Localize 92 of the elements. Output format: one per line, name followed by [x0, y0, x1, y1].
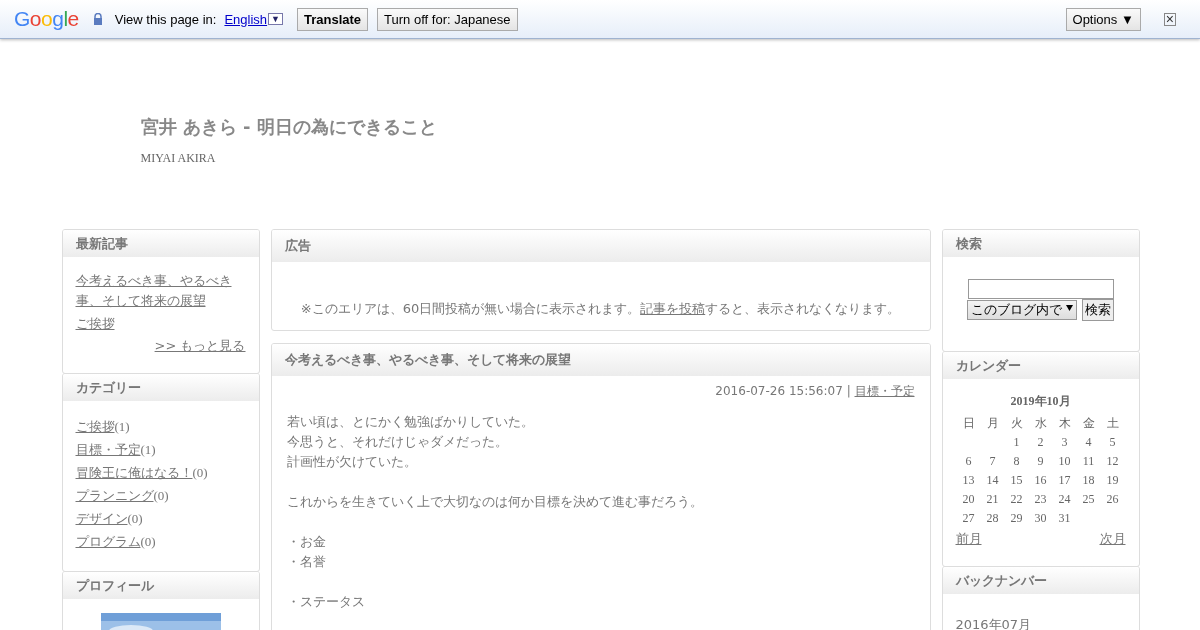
- options-button[interactable]: Options ▼: [1065, 7, 1141, 31]
- category-link[interactable]: 目標・予定: [854, 384, 915, 398]
- panel-title: バックナンバー: [942, 567, 1139, 594]
- post-article-link[interactable]: 記事を投稿: [640, 301, 706, 316]
- translate-button[interactable]: Translate: [297, 7, 369, 31]
- search-button[interactable]: 検索: [1081, 299, 1114, 321]
- post-count: (1): [140, 442, 156, 457]
- post-count: (1): [114, 419, 130, 434]
- calendar-day: 2: [1028, 433, 1053, 452]
- post-count: (0): [192, 465, 208, 480]
- article-text: ・名誉: [286, 553, 327, 571]
- article-text: ・ステータス: [286, 593, 366, 611]
- calendar-day: 24: [1052, 490, 1077, 509]
- calendar-day: 4: [1076, 433, 1101, 452]
- panel-title: カレンダー: [942, 352, 1139, 379]
- scope-dropdown[interactable]: このブログ内で: [967, 300, 1078, 320]
- calendar-day: 12: [1100, 452, 1125, 471]
- weekday-label: 木: [1057, 415, 1072, 432]
- calendar-day: 11: [1076, 452, 1101, 471]
- calendar-day: 7: [980, 452, 1005, 471]
- panel-title: 最新記事: [62, 230, 259, 257]
- category-link[interactable]: プランニング: [75, 488, 154, 503]
- calendar-day: 17: [1052, 471, 1077, 490]
- post-date: 2016-07-26 15:56:07: [715, 384, 843, 398]
- calendar-day: 5: [1100, 433, 1125, 452]
- ad-notice: ※このエリアは、60日間投稿が無い場合に表示されます。記事を投稿すると、表示されなくなります。: [299, 300, 902, 318]
- weekday-label: 金: [1081, 415, 1096, 432]
- previous-month-link[interactable]: 前月: [955, 530, 982, 548]
- calendar-month: 2019年10月: [1009, 393, 1072, 410]
- calendar-day: 19: [1100, 471, 1125, 490]
- blog-subtitle: MIYAI AKIRA: [140, 151, 217, 166]
- weekday-label: 火: [1009, 415, 1024, 432]
- calendar-day: 28: [980, 509, 1005, 528]
- calendar-day: 6: [956, 452, 981, 471]
- search-field[interactable]: [967, 279, 1114, 299]
- weekday-label: 月: [985, 415, 1000, 432]
- article-text: 若い頃は、とにかく勉強ばかりしていた。: [286, 413, 535, 431]
- close-button[interactable]: ×: [1163, 12, 1176, 26]
- category-link[interactable]: 目標・予定: [75, 442, 141, 457]
- article-text: 計画性が欠けていた。: [286, 453, 418, 471]
- calendar-day: 25: [1076, 490, 1101, 509]
- article-title[interactable]: 今考えるべき事、やるべき事、そして将来の展望: [271, 344, 930, 376]
- category-link[interactable]: 冒険王に俺はなる！: [75, 465, 193, 480]
- category-link[interactable]: ご挨拶: [75, 419, 115, 434]
- calendar-day: 27: [956, 509, 981, 528]
- dropdown-caret-icon[interactable]: ▼: [268, 13, 283, 25]
- more-link[interactable]: >> もっと見る: [154, 338, 246, 353]
- category-link[interactable]: プログラム: [75, 534, 141, 549]
- calendar-day: 22: [1004, 490, 1029, 509]
- post-count: (0): [153, 488, 169, 503]
- calendar-day: 26: [1100, 490, 1125, 509]
- lock-icon: [92, 13, 103, 25]
- panel-title: 検索: [942, 230, 1139, 257]
- article-text: ・お金: [286, 533, 327, 551]
- article-text: 今思うと、それだけじゃダメだった。: [286, 433, 509, 451]
- calendar-day: 31: [1052, 509, 1077, 528]
- calendar-day: 21: [980, 490, 1005, 509]
- post-count: (0): [127, 511, 143, 526]
- next-month-link[interactable]: 次月: [1099, 530, 1126, 548]
- calendar-day: 30: [1028, 509, 1053, 528]
- calendar-day: 18: [1076, 471, 1101, 490]
- blog-title[interactable]: 宮井 あきら - 明日の為にできること: [140, 115, 1140, 139]
- prompt-text: View this page in:: [114, 11, 217, 27]
- calendar-day: 1: [1004, 433, 1029, 452]
- weekday-label: 日: [961, 415, 976, 432]
- calendar-day: 8: [1004, 452, 1029, 471]
- calendar-day: 16: [1028, 471, 1053, 490]
- calendar-day: 23: [1028, 490, 1053, 509]
- dropdown-caret-icon: [1066, 305, 1074, 311]
- google-logo: Google: [14, 7, 79, 31]
- language-link[interactable]: English: [224, 11, 268, 27]
- archive-link[interactable]: 2016年07月: [955, 616, 1126, 630]
- meta-separator: |: [846, 384, 851, 398]
- recent-post-link[interactable]: 今考えるべき事、やるべき事、そして将来の展望: [75, 271, 246, 311]
- calendar-day: 3: [1052, 433, 1077, 452]
- panel-title: 広告: [271, 230, 930, 262]
- calendar-day: 15: [1004, 471, 1029, 490]
- turn-off-button[interactable]: Turn off for: Japanese: [377, 7, 518, 31]
- calendar-day: 9: [1028, 452, 1053, 471]
- category-link[interactable]: デザイン: [75, 511, 128, 526]
- calendar-day: 10: [1052, 452, 1077, 471]
- weekday-label: 土: [1105, 415, 1120, 432]
- calendar-day: 29: [1004, 509, 1029, 528]
- article-text: これからを生きていく上で大切なのは何か目標を決めて進む事だろう。: [286, 493, 704, 511]
- panel-title: カテゴリー: [62, 374, 259, 401]
- recent-post-link[interactable]: ご挨拶: [75, 314, 115, 334]
- panel-title: プロフィール: [62, 572, 259, 599]
- calendar-day: 20: [956, 490, 981, 509]
- post-count: (0): [140, 534, 156, 549]
- weekday-label: 水: [1033, 415, 1048, 432]
- calendar-day: 13: [956, 471, 981, 490]
- calendar-day: 14: [980, 471, 1005, 490]
